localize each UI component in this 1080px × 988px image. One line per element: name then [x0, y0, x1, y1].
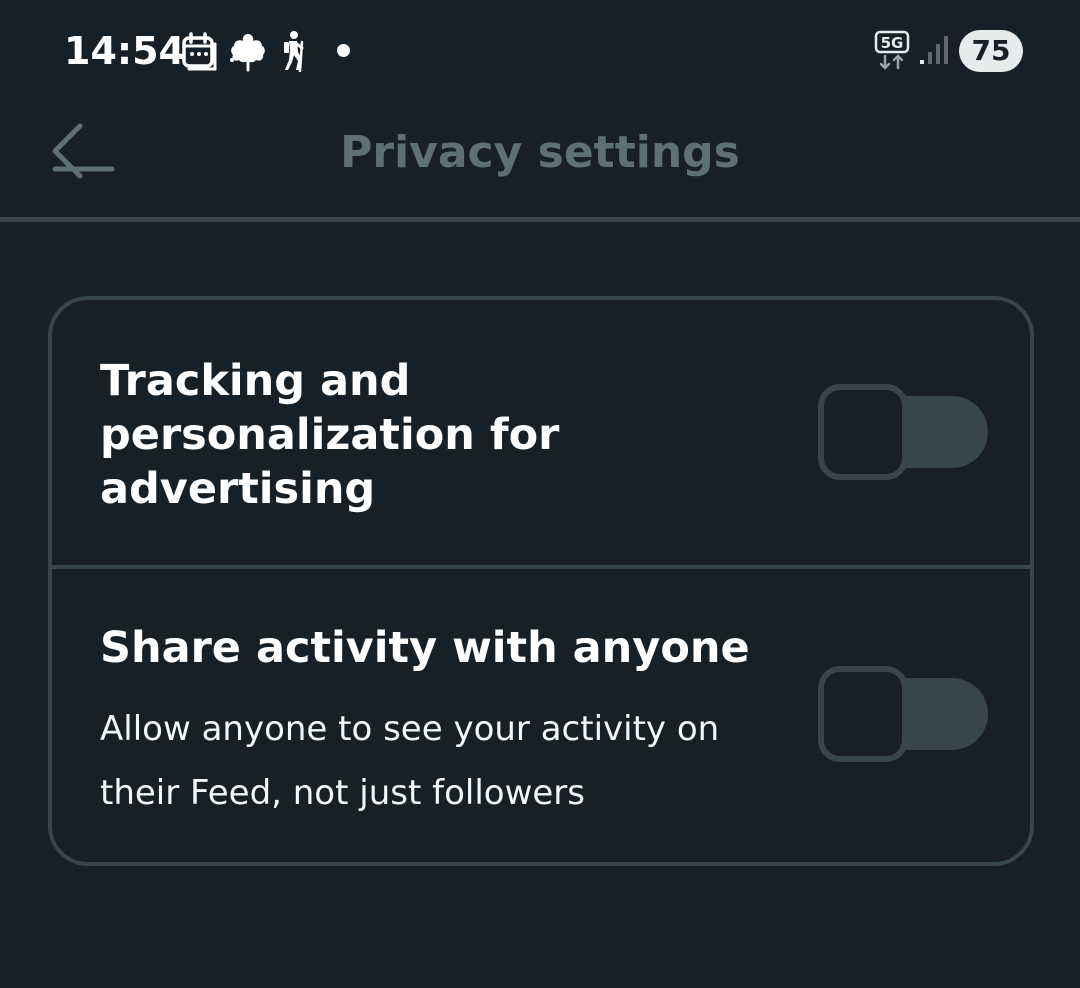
- battery-badge: 75: [959, 30, 1023, 72]
- app-bar-divider: [0, 217, 1080, 222]
- setting-description-share-activity: Allow anyone to see your activity on the…: [100, 709, 720, 813]
- toggle-thumb: [818, 666, 908, 762]
- toggle-thumb: [818, 384, 908, 480]
- setting-title-share-activity: Share activity with anyone: [100, 623, 750, 673]
- page-title: Privacy settings: [340, 127, 740, 178]
- leaf-icon: [227, 30, 269, 72]
- status-time: 14:54: [64, 29, 185, 73]
- hiker-icon: [280, 30, 310, 72]
- network-label: 5G: [881, 34, 904, 52]
- status-bar: 14:54 5G 75: [0, 0, 1080, 100]
- setting-title-tracking: Tracking and personalization for adverti…: [100, 356, 560, 514]
- dot-icon: [337, 44, 350, 57]
- tracking-toggle[interactable]: [818, 384, 988, 480]
- network-5g-icon: 5G: [874, 30, 912, 72]
- share-activity-toggle[interactable]: [818, 666, 988, 762]
- privacy-settings-card: Tracking and personalization for adverti…: [48, 296, 1034, 866]
- signal-icon: [918, 30, 950, 72]
- setting-row-share-activity: Share activity with anyone Allow anyone …: [52, 569, 1030, 862]
- app-bar: Privacy settings: [0, 100, 1080, 218]
- calendar-icon: [181, 30, 217, 72]
- setting-row-tracking: Tracking and personalization for adverti…: [52, 300, 1030, 565]
